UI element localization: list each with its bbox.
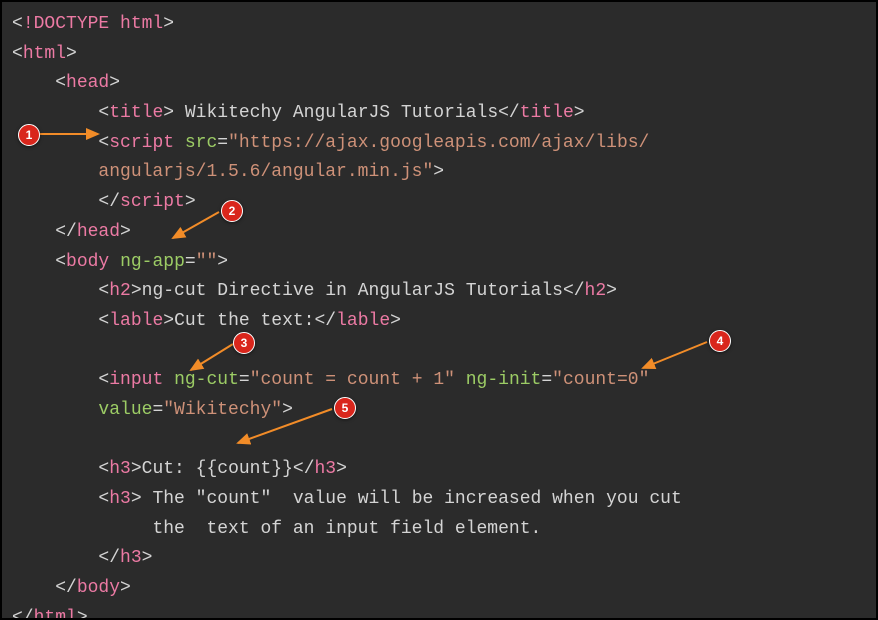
code-line: <script src="https://ajax.googleapis.com… xyxy=(12,129,866,159)
badge-1: 1 xyxy=(18,124,40,146)
code-line: angularjs/1.5.6/angular.min.js"> xyxy=(12,158,866,188)
code-line: </head> xyxy=(12,218,866,248)
code-line: value="Wikitechy"> xyxy=(12,396,866,426)
code-line: </script> xyxy=(12,188,866,218)
code-line: <h3>Cut: {{count}}</h3> xyxy=(12,455,866,485)
code-line: <h3> The "count" value will be increased… xyxy=(12,485,866,515)
badge-4: 4 xyxy=(709,330,731,352)
code-line: <!DOCTYPE html> xyxy=(12,10,866,40)
code-line: </html> xyxy=(12,604,866,620)
code-line: <body ng-app=""> xyxy=(12,248,866,278)
code-line: <html> xyxy=(12,40,866,70)
code-line: <lable>Cut the text:</lable> xyxy=(12,307,866,337)
badge-3: 3 xyxy=(233,332,255,354)
code-line: </h3> xyxy=(12,544,866,574)
code-line: <input ng-cut="count = count + 1" ng-ini… xyxy=(12,366,866,396)
code-line: </body> xyxy=(12,574,866,604)
code-line: <title> Wikitechy AngularJS Tutorials</t… xyxy=(12,99,866,129)
code-line: <head> xyxy=(12,69,866,99)
badge-2: 2 xyxy=(221,200,243,222)
code-line: the text of an input field element. xyxy=(12,515,866,545)
badge-5: 5 xyxy=(334,397,356,419)
code-line xyxy=(12,337,866,367)
code-line xyxy=(12,426,866,456)
code-editor: 1 2 3 4 5 <!DOCTYPE html> <html> <head> … xyxy=(0,0,878,620)
code-line: <h2>ng-cut Directive in AngularJS Tutori… xyxy=(12,277,866,307)
